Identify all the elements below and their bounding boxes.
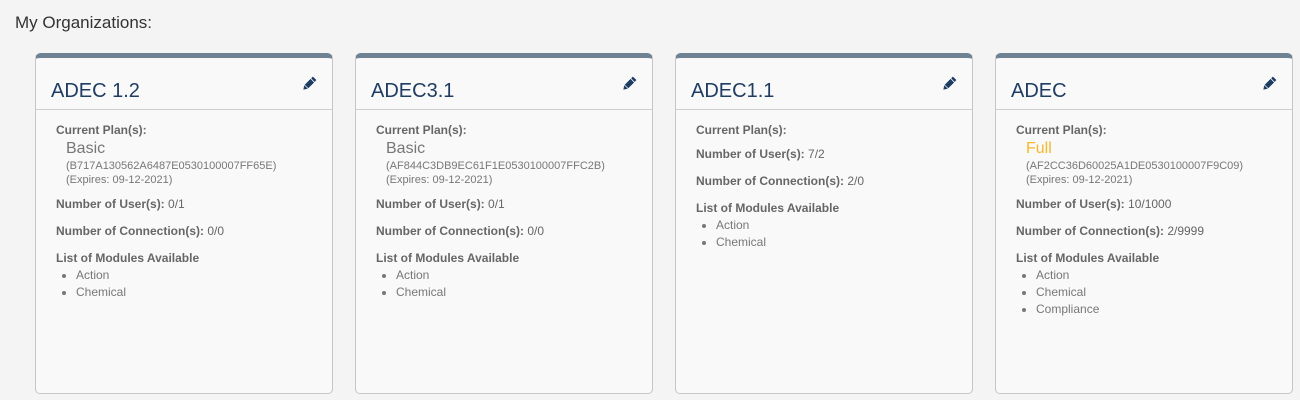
organization-name: ADEC (1011, 80, 1067, 102)
plans-label: Current Plan(s): (376, 123, 467, 137)
connections-value: 2/9999 (1167, 224, 1205, 238)
organization-name: ADEC3.1 (371, 80, 455, 102)
plan-expiry: (Expires: 09-12-2021) (386, 174, 493, 186)
connections-label: Number of Connection(s): (696, 174, 848, 188)
connections-row: Number of Connection(s): 0/0 (376, 224, 652, 238)
module-item: Action (1036, 267, 1292, 284)
organization-card: ADEC Current Plan(s): Full (AF2CC36D60025A1… (995, 53, 1293, 394)
module-item: Chemical (396, 284, 652, 301)
plan-id: (B717A130562A6487E0530100007FF65E) (66, 160, 277, 172)
organization-card: ADEC1.1 Current Plan(s): Number of User(s)… (675, 53, 973, 394)
module-item: Chemical (716, 234, 972, 251)
module-item: Chemical (1036, 284, 1292, 301)
modules-list: ActionChemicalCompliance (1016, 267, 1292, 318)
users-row: Number of User(s): 10/1000 (1016, 197, 1292, 211)
pencil-icon (303, 76, 317, 90)
users-row: Number of User(s): 0/1 (376, 197, 652, 211)
card-body: Current Plan(s): Basic (B717A130562A6487E0… (36, 110, 332, 301)
card-header: ADEC1.1 (676, 58, 972, 110)
modules-list: ActionChemical (56, 267, 332, 301)
users-value: 10/1000 (1128, 197, 1172, 211)
users-value: 0/1 (488, 197, 505, 211)
users-label: Number of User(s): (56, 197, 169, 211)
organization-name: ADEC1.1 (691, 80, 775, 102)
plan-id: (AF2CC36D60025A1DE0530100007F9C09) (1026, 160, 1244, 172)
plan-name: Full (1026, 140, 1052, 157)
modules-label: List of Modules Available (376, 251, 520, 265)
plans-section: Current Plan(s): (696, 123, 972, 137)
card-header: ADEC3.1 (356, 58, 652, 110)
connections-value: 0/0 (527, 224, 545, 238)
plan-expiry: (Expires: 09-12-2021) (1026, 174, 1133, 186)
users-row: Number of User(s): 7/2 (696, 147, 972, 161)
page-title: My Organizations: (15, 13, 152, 32)
users-label: Number of User(s): (696, 147, 809, 161)
modules-list: ActionChemical (696, 217, 972, 251)
connections-value: 0/0 (207, 224, 225, 238)
connections-row: Number of Connection(s): 0/0 (56, 224, 332, 238)
module-item: Compliance (1036, 301, 1292, 318)
organization-card: ADEC3.1 Current Plan(s): Basic (AF844C3DB9E… (355, 53, 653, 394)
modules-label: List of Modules Available (696, 201, 840, 215)
plans-section: Current Plan(s): Full (AF2CC36D60025A1DE05… (1016, 123, 1292, 187)
users-row: Number of User(s): 0/1 (56, 197, 332, 211)
users-value: 0/1 (168, 197, 185, 211)
connections-value: 2/0 (847, 174, 865, 188)
modules-label: List of Modules Available (1016, 251, 1160, 265)
module-item: Action (76, 267, 332, 284)
edit-organization-button[interactable] (1260, 75, 1278, 93)
card-body: Current Plan(s): Full (AF2CC36D60025A1DE05… (996, 110, 1292, 318)
modules-label: List of Modules Available (56, 251, 200, 265)
users-value: 7/2 (808, 147, 825, 161)
connections-label: Number of Connection(s): (376, 224, 528, 238)
card-body: Current Plan(s): Basic (AF844C3DB9EC61F1E0… (356, 110, 652, 301)
plans-label: Current Plan(s): (1016, 123, 1107, 137)
edit-organization-button[interactable] (300, 75, 318, 93)
plans-label: Current Plan(s): (696, 123, 787, 137)
connections-label: Number of Connection(s): (56, 224, 208, 238)
edit-organization-button[interactable] (940, 75, 958, 93)
plans-section: Current Plan(s): Basic (AF844C3DB9EC61F1E0… (376, 123, 652, 187)
connections-row: Number of Connection(s): 2/0 (696, 174, 972, 188)
organization-name: ADEC 1.2 (51, 80, 140, 102)
connections-label: Number of Connection(s): (1016, 224, 1168, 238)
card-header: ADEC (996, 58, 1292, 110)
module-item: Chemical (76, 284, 332, 301)
organization-card: ADEC 1.2 Current Plan(s): Basic (B717A13056… (35, 53, 333, 394)
pencil-icon (623, 76, 637, 90)
plan-name: Basic (386, 140, 426, 157)
users-label: Number of User(s): (376, 197, 489, 211)
card-header: ADEC 1.2 (36, 58, 332, 110)
modules-list: ActionChemical (376, 267, 652, 301)
module-item: Action (396, 267, 652, 284)
plan-name: Basic (66, 140, 106, 157)
users-label: Number of User(s): (1016, 197, 1129, 211)
edit-organization-button[interactable] (620, 75, 638, 93)
module-item: Action (716, 217, 972, 234)
card-body: Current Plan(s): Number of User(s): 7/2 Nu… (676, 110, 972, 251)
plan-expiry: (Expires: 09-12-2021) (66, 174, 173, 186)
pencil-icon (943, 76, 957, 90)
pencil-icon (1263, 76, 1277, 90)
plans-section: Current Plan(s): Basic (B717A130562A6487E0… (56, 123, 332, 187)
connections-row: Number of Connection(s): 2/9999 (1016, 224, 1292, 238)
plan-id: (AF844C3DB9EC61F1E0530100007FFC2B) (386, 160, 605, 172)
plans-label: Current Plan(s): (56, 123, 147, 137)
